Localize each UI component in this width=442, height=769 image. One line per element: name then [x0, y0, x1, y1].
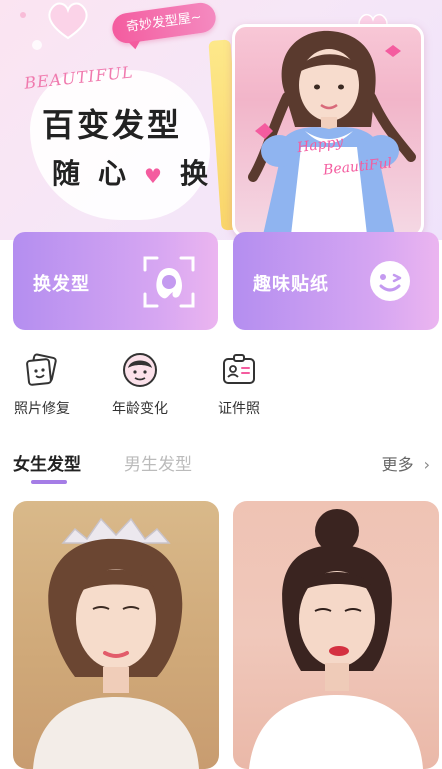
slogan-line-2: 随心♥换 — [52, 152, 226, 192]
sparkle-dot — [20, 12, 26, 18]
change-hairstyle-label: 换发型 — [33, 274, 90, 295]
slogan-bubble: 奇妙发型屋~ — [110, 0, 218, 46]
tool-age-change[interactable]: 年龄变化 — [100, 352, 180, 418]
hairstyle-card[interactable] — [13, 501, 219, 769]
hairstyle-card[interactable] — [233, 501, 439, 769]
tool-age-change-label: 年龄变化 — [112, 401, 168, 417]
wink-face-icon — [370, 261, 410, 301]
chevron-right-icon: › — [423, 455, 430, 474]
hairstyle-photo — [33, 517, 199, 769]
hero-model-photo: Happy BeautiFul — [232, 24, 424, 238]
fun-stickers-button[interactable]: 趣味贴纸 — [233, 232, 439, 330]
more-label: 更多 — [381, 455, 414, 474]
sparkle-dot — [32, 40, 42, 50]
tool-id-photo-label: 证件照 — [218, 401, 260, 417]
fun-stickers-label: 趣味贴纸 — [253, 274, 329, 295]
hero-banner[interactable]: 奇妙发型屋~ BEAUTIFUL 百变发型 随心♥换 Happy BeautiF… — [0, 0, 442, 240]
id-card-icon — [223, 354, 255, 384]
heart-decoration-icon — [48, 2, 88, 40]
face-scan-icon — [143, 256, 195, 308]
slogan-char-2: 心 — [98, 157, 145, 190]
active-tab-indicator — [31, 480, 67, 484]
photo-repair-icon — [26, 353, 57, 386]
more-link[interactable]: 更多 › — [382, 451, 430, 475]
age-face-icon — [123, 353, 157, 387]
tool-photo-repair[interactable]: 照片修复 — [2, 352, 82, 418]
change-hairstyle-button[interactable]: 换发型 — [13, 232, 218, 330]
model-illustration — [248, 30, 416, 235]
tab-female-hairstyles[interactable]: 女生发型 — [13, 450, 81, 475]
slogan-line-1: 百变发型 — [42, 106, 183, 144]
slogan-char-1: 随 — [52, 157, 99, 190]
hairstyle-photo — [249, 509, 423, 769]
heart-icon: ♥ — [144, 164, 180, 188]
tool-id-photo[interactable]: 证件照 — [199, 352, 279, 418]
tool-photo-repair-label: 照片修复 — [14, 401, 70, 417]
tab-male-hairstyles[interactable]: 男生发型 — [124, 450, 192, 475]
